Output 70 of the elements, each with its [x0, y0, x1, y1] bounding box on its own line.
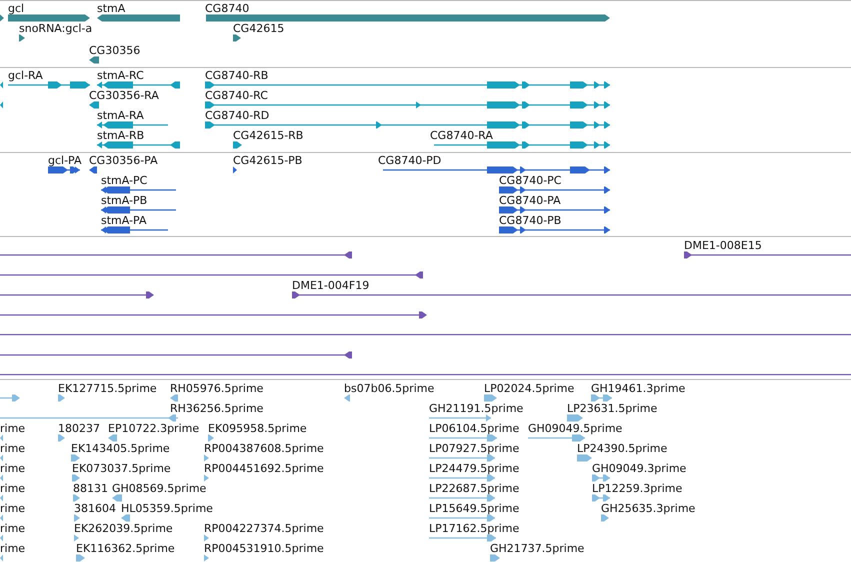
feature-label: RP004227374.5prime [204, 522, 324, 535]
feature-label: 88131 [73, 482, 108, 495]
feature-label: RP004531910.5prime [204, 542, 324, 555]
feature-label: LP02024.5prime [484, 382, 574, 395]
feature-label: EK116362.5prime [76, 542, 175, 555]
feature-label: stmA-PB [101, 194, 148, 207]
feature-label: CG42615-PB [233, 154, 302, 167]
feature-label: RP004387608.5prime [204, 442, 324, 455]
feature-label: RH36256.5prime [170, 402, 264, 415]
feature-label: 180237 [58, 422, 100, 435]
feature-label: DME1-008E15 [684, 239, 762, 252]
feature-label: GH21191.5prime [429, 402, 524, 415]
feature-label: LP15649.5prime [429, 502, 520, 515]
feature-label: HL05359.5prime [121, 502, 213, 515]
feature-label: stmA-PC [101, 174, 148, 187]
feature-label: GH09049.3prime [592, 462, 686, 475]
feature-label: stmA-PA [101, 214, 146, 227]
feature-label: rime [0, 482, 26, 495]
feature-label: CG8740-RA [430, 129, 493, 142]
feature-label: gcl-PA [48, 154, 82, 167]
feature-label: CG8740 [205, 2, 250, 15]
feature-label: CG8740-PC [499, 174, 562, 187]
feature-label: CG8740-RC [205, 89, 268, 102]
feature-label: EP10722.3prime [108, 422, 200, 435]
feature-label: CG8740-RB [205, 69, 268, 82]
feature-label: GH25635.3prime [601, 502, 696, 515]
feature-label: RH05976.5prime [170, 382, 264, 395]
feature-label: rime [0, 542, 26, 555]
feature-label: rime [0, 522, 26, 535]
feature-label: stmA-RA [97, 109, 144, 122]
feature-label: LP06104.5prime [429, 422, 520, 435]
feature-label: LP23631.5prime [567, 402, 658, 415]
feature-label: RP004451692.5prime [204, 462, 324, 475]
feature-label: LP24390.5prime [577, 442, 668, 455]
feature-label: gcl [8, 2, 24, 15]
feature-label: CG30356-PA [89, 154, 158, 167]
feature-label: CG30356-RA [89, 89, 159, 102]
feature-label: LP22687.5prime [429, 482, 520, 495]
feature-label: CG8740-PD [378, 154, 442, 167]
feature-label: DME1-004F19 [292, 279, 370, 292]
feature-label: CG8740-RD [205, 109, 270, 122]
feature-label: stmA [97, 2, 126, 15]
feature-label: EK143405.5prime [71, 442, 170, 455]
feature-label: CG30356 [89, 44, 140, 57]
feature-label: GH19461.3prime [591, 382, 686, 395]
feature-label: GH08569.5prime [112, 482, 206, 495]
feature-label: 381604 [74, 502, 116, 515]
feature-label: LP17162.5prime [429, 522, 520, 535]
feature-label: EK073037.5prime [72, 462, 171, 475]
feature-label: LP12259.3prime [592, 482, 682, 495]
feature-label: CG42615-RB [233, 129, 304, 142]
feature-label: CG42615 [233, 22, 284, 35]
feature-label: LP24479.5prime [429, 462, 520, 475]
feature-label: CG8740-PA [499, 194, 561, 207]
feature-label: rime [0, 442, 26, 455]
feature-label: snoRNA:gcl-a [19, 22, 92, 35]
feature-label: GH09049.5prime [528, 422, 622, 435]
feature-label: GH21737.5prime [490, 542, 584, 555]
feature-label: EK127715.5prime [58, 382, 157, 395]
feature-label: rime [0, 462, 26, 475]
feature-label: stmA-RC [97, 69, 144, 82]
feature-label: EK095958.5prime [208, 422, 307, 435]
feature-label: CG8740-PB [499, 214, 562, 227]
feature-label: LP07927.5prime [429, 442, 520, 455]
feature-label: rime [0, 502, 26, 515]
feature-label: stmA-RB [97, 129, 144, 142]
feature-label: rime [0, 422, 26, 435]
feature-label: gcl-RA [8, 69, 43, 82]
feature-label: EK262039.5prime [74, 522, 173, 535]
feature-label: bs07b06.5prime [344, 382, 434, 395]
